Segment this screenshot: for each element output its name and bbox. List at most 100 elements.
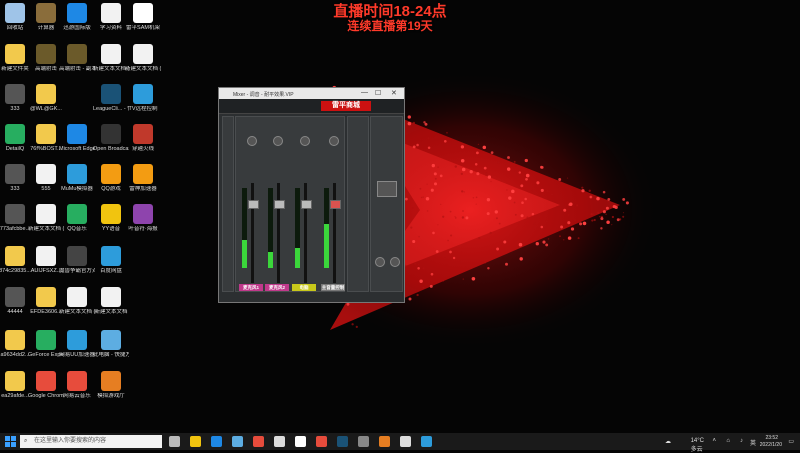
fader-track[interactable]	[277, 183, 280, 283]
play-button[interactable]	[377, 181, 397, 197]
app-icon	[133, 204, 153, 224]
fader-track[interactable]	[333, 183, 336, 283]
fader-handle[interactable]	[274, 200, 285, 209]
desktop-icon[interactable]: 此电脑 - 快捷方式	[93, 330, 129, 359]
chevron-up-icon[interactable]: ˄	[712, 438, 716, 444]
app-icon	[101, 246, 121, 266]
taskbar-app-icon[interactable]	[358, 436, 369, 447]
fader-handle[interactable]	[248, 200, 259, 209]
channel-knob[interactable]	[329, 136, 339, 146]
desktop-icon[interactable]: 模拟游戏厅	[93, 371, 129, 400]
app-icon	[101, 44, 121, 64]
fader-handle[interactable]	[301, 200, 312, 209]
minimize-button[interactable]: —	[361, 89, 368, 96]
desktop-icon[interactable]: TV远程控制	[125, 84, 161, 113]
desktop-icon[interactable]: 雷神加速器	[125, 164, 161, 193]
mixer-window[interactable]: Mixer - 调音 - 耐平效果.VIP — ☐ ✕ 雷平商城 麦克风1 麦克风…	[218, 87, 405, 303]
clock-time[interactable]: 23:52	[765, 435, 778, 441]
channel-knob[interactable]	[273, 136, 283, 146]
app-icon	[133, 44, 153, 64]
taskbar-app-icon[interactable]	[316, 436, 327, 447]
desktop-icon[interactable]: Microsoft Edge	[59, 124, 95, 153]
desktop-icon[interactable]: 魔兽争霸官方对战平台	[59, 246, 95, 275]
desktop-icon[interactable]: 新建文本文档	[93, 287, 129, 316]
channel-knob[interactable]	[300, 136, 310, 146]
fader-track[interactable]	[251, 183, 254, 283]
desktop-icon[interactable]: 叶音符·海报	[125, 204, 161, 233]
taskbar-app-icon[interactable]	[253, 436, 264, 447]
app-icon	[5, 287, 25, 307]
taskbar-app-icon[interactable]	[421, 436, 432, 447]
desktop-icon[interactable]: 高端射击 - 副本	[59, 44, 95, 73]
desktop-icon[interactable]: 百度网盘	[93, 246, 129, 275]
desktop-icon[interactable]: 网易UU加速器	[59, 330, 95, 359]
maximize-button[interactable]: ☐	[375, 89, 381, 97]
desktop-icon[interactable]: LeagueCli... - 快捷方式	[93, 84, 129, 113]
desktop-icon-label: 新建文本文档 (4)	[59, 309, 95, 315]
search-icon: ⌕	[24, 438, 28, 444]
input-method-icon[interactable]: 英	[750, 438, 756, 447]
app-icon	[133, 84, 153, 104]
app-icon	[101, 330, 121, 350]
taskbar-app-icon[interactable]	[295, 436, 306, 447]
clock-date[interactable]: 2022/1/20	[760, 442, 782, 448]
desktop-icon[interactable]: 网易云音乐	[59, 371, 95, 400]
desktop-icon[interactable]: 学习资料	[93, 3, 129, 32]
level-meter	[242, 188, 247, 268]
app-icon	[36, 371, 56, 391]
desktop-icon[interactable]: QQ音乐	[59, 204, 95, 233]
taskbar-app-icon[interactable]	[169, 436, 180, 447]
network-icon[interactable]: ⌂	[726, 438, 730, 444]
desktop-icon-label: 模拟游戏厅	[97, 393, 125, 399]
notification-icon[interactable]: ▭	[788, 438, 794, 445]
desktop-icon-label: Microsoft Edge	[59, 146, 95, 152]
desktop-icon[interactable]: 穿越火线	[125, 124, 161, 153]
channel-label: 麦克风2	[265, 284, 289, 291]
desktop-icon-label: 叶音符·海报	[128, 226, 158, 232]
app-icon	[67, 246, 87, 266]
mixer-titlebar[interactable]: Mixer - 调音 - 耐平效果.VIP — ☐ ✕	[219, 88, 404, 99]
desktop-icon-label: 网易云音乐	[63, 393, 91, 399]
channel-label: 主音量控制	[321, 284, 345, 291]
search-placeholder: 在这里输入你要搜索的内容	[34, 438, 107, 444]
desktop-icon-label: 新建文本文档	[94, 309, 128, 315]
volume-icon[interactable]: ♪	[740, 438, 743, 444]
desktop-icon[interactable]: @WL@GK...	[28, 84, 64, 113]
desktop-icon[interactable]: 新建文本文档 (2)	[93, 44, 129, 73]
desktop-icon[interactable]: 新建文本文档 (5)	[125, 44, 161, 73]
desktop-icon[interactable]: Open Broadcast...	[93, 124, 129, 153]
close-button[interactable]: ✕	[391, 89, 397, 97]
right-panel	[370, 116, 403, 292]
taskbar-app-icon[interactable]	[379, 436, 390, 447]
taskbar-app-icon[interactable]	[232, 436, 243, 447]
taskbar-app-icon[interactable]	[211, 436, 222, 447]
app-icon	[5, 84, 25, 104]
taskbar-app-icon[interactable]	[337, 436, 348, 447]
level-meter	[324, 188, 329, 268]
desktop-icon-label: 新建文本文档 (2)	[93, 66, 129, 72]
knob-right[interactable]	[390, 257, 400, 267]
desktop-icon[interactable]: MuMu模拟器	[59, 164, 95, 193]
app-icon	[5, 164, 25, 184]
taskbar-app-icon[interactable]	[400, 436, 411, 447]
knob-left[interactable]	[375, 257, 385, 267]
weather-text[interactable]: 14°C 多云	[691, 438, 704, 453]
desktop-icon[interactable]: 迅游国际版	[59, 3, 95, 32]
fader-track[interactable]	[304, 183, 307, 283]
app-icon	[5, 44, 25, 64]
desktop-icon-label: 学习资料	[99, 25, 122, 31]
channel-knob[interactable]	[247, 136, 257, 146]
desktop-icon-label: 雷神加速器	[129, 186, 157, 192]
search-box[interactable]: ⌕ 在这里输入你要搜索的内容	[20, 435, 162, 448]
mixer-toolbar: 雷平商城	[219, 99, 404, 114]
app-icon	[67, 204, 87, 224]
desktop-icon[interactable]: 新建文本文档 (4)	[59, 287, 95, 316]
fader-handle[interactable]	[330, 200, 341, 209]
desktop-icon[interactable]: QQ游戏	[93, 164, 129, 193]
taskbar-app-icon[interactable]	[274, 436, 285, 447]
start-button[interactable]	[5, 436, 16, 447]
desktop-icon[interactable]: YY语音	[93, 204, 129, 233]
desktop-icon-label: QQ游戏	[101, 186, 121, 192]
desktop-icon[interactable]: 雷平SAM机架	[125, 3, 161, 32]
taskbar-app-icon[interactable]	[190, 436, 201, 447]
